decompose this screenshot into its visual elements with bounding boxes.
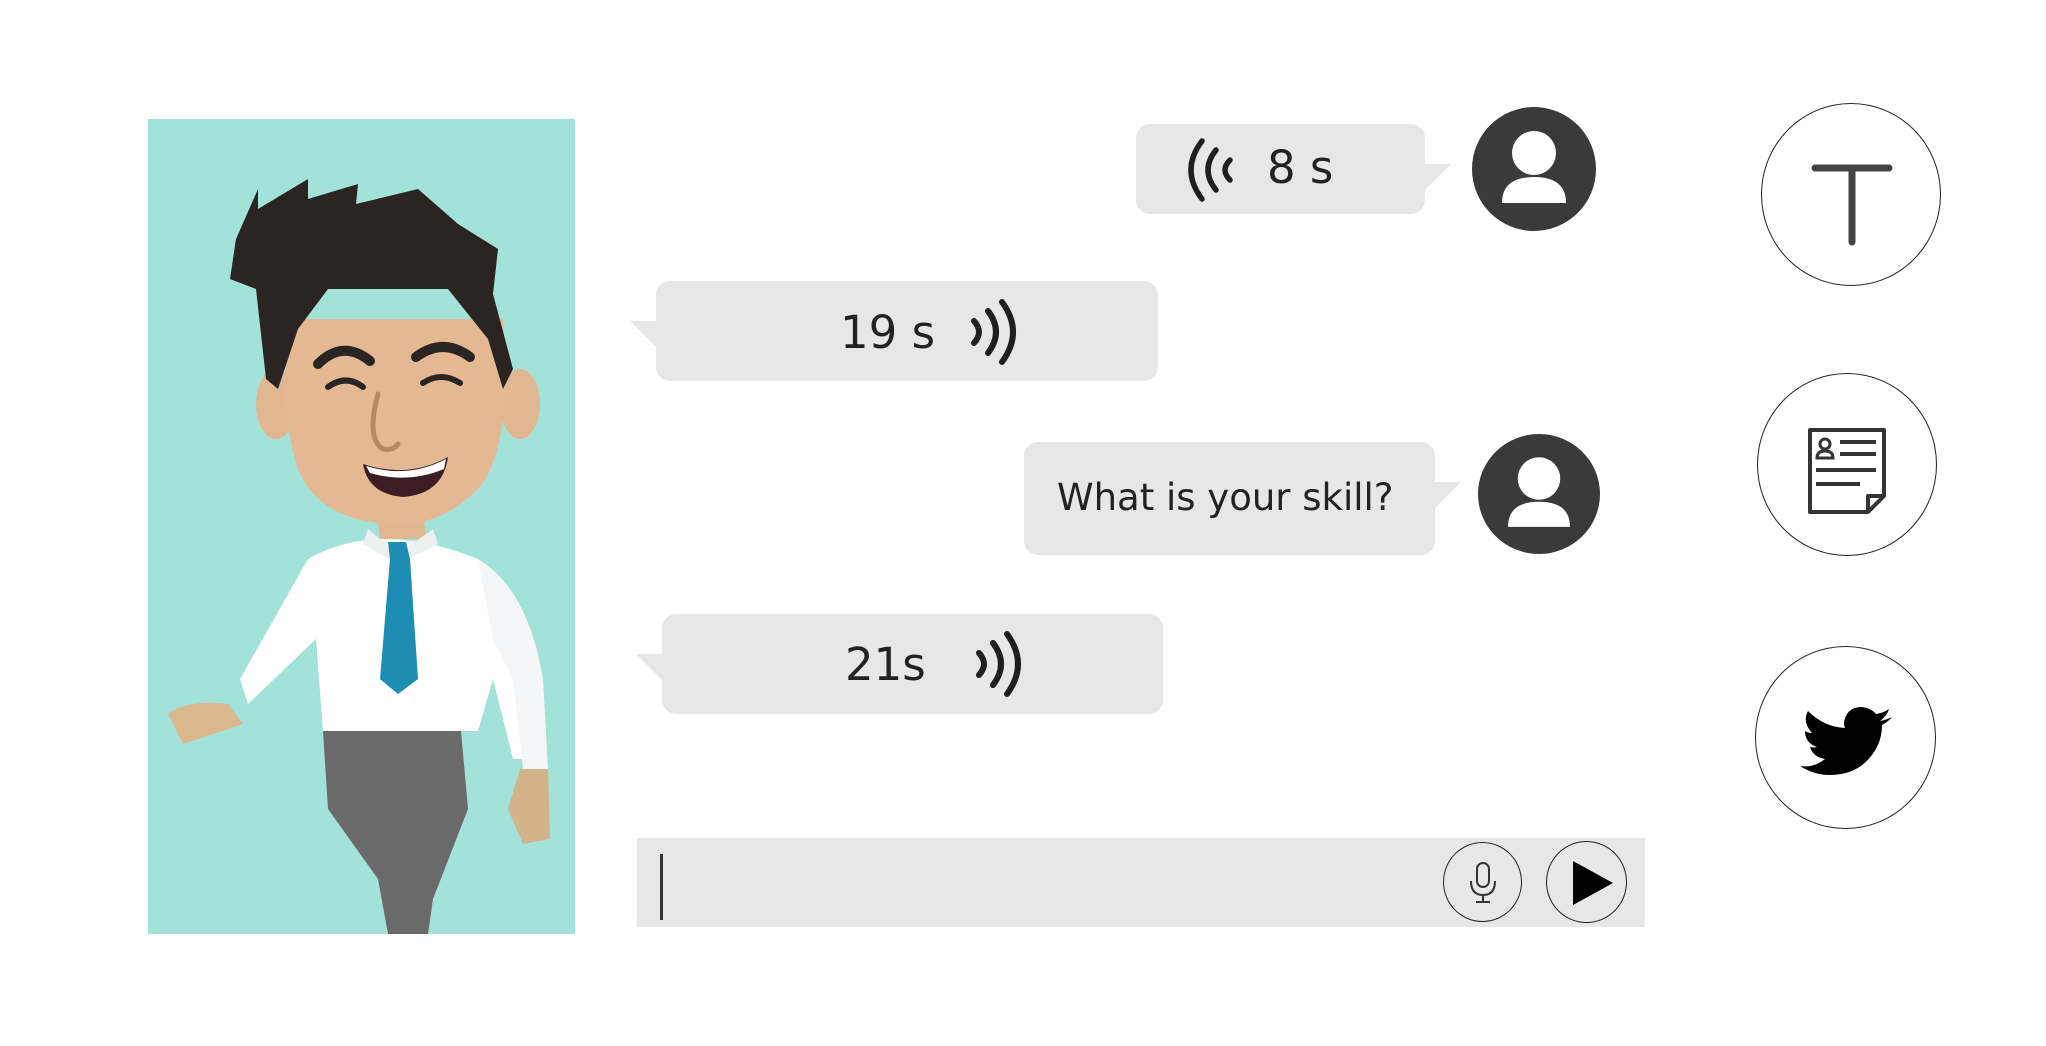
send-button[interactable] [1546,841,1627,923]
play-send-icon [1573,861,1613,905]
text-cursor-caret [660,854,663,920]
user-avatar-icon [1472,107,1596,231]
text-t-icon [1811,164,1893,246]
sound-wave-icon [971,299,1016,365]
user-text-message-bubble[interactable]: What is your skill? [1024,442,1461,555]
twitter-bird-icon [1800,707,1892,775]
message-text: What is your skill? [1057,476,1394,519]
microphone-button[interactable] [1443,842,1522,922]
user-voice-message-bubble[interactable]: 8 s [1136,124,1451,214]
text-mode-button[interactable] [1761,103,1941,286]
user-avatar-icon [1478,434,1600,554]
bot-voice-message-bubble[interactable]: 19 s [630,281,1158,381]
voice-duration-label: 19 s [840,306,936,359]
sound-wave-icon [976,631,1021,697]
character-avatar-panel [148,119,575,934]
resume-document-icon [1808,428,1886,514]
twitter-button[interactable] [1755,646,1936,829]
voice-duration-label: 8 s [1267,141,1334,194]
bot-voice-message-bubble[interactable]: 21s [636,614,1163,714]
sound-wave-icon [1188,138,1233,202]
microphone-icon [1470,862,1496,903]
cartoon-businessman-illustration [168,179,550,934]
voice-duration-label: 21s [845,638,926,691]
resume-button[interactable] [1757,373,1937,556]
